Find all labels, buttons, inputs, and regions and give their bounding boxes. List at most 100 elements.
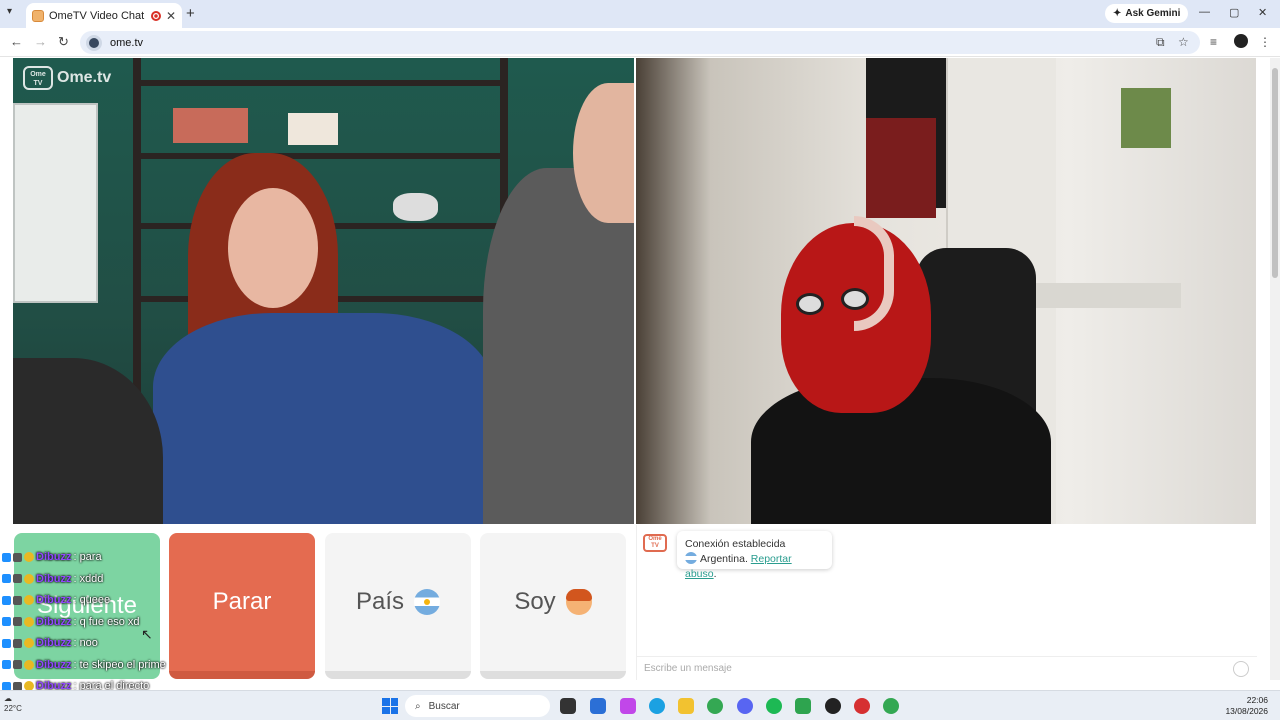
coin-badge-icon bbox=[24, 573, 34, 584]
message-input[interactable]: Escribe un mensaje bbox=[637, 656, 1257, 680]
badge-icon bbox=[13, 552, 22, 562]
partner-country-line: Argentina. Reportar abuso. bbox=[685, 552, 824, 582]
close-window-button[interactable]: ✕ bbox=[1258, 6, 1267, 19]
shelf-board bbox=[133, 153, 508, 159]
stop-button[interactable]: Parar bbox=[169, 533, 315, 679]
chat-username: Dibuzz bbox=[36, 658, 72, 671]
url-text: ome.tv bbox=[110, 36, 144, 49]
argentina-flag-icon bbox=[685, 552, 697, 564]
chat-username: Dibuzz bbox=[36, 551, 72, 563]
stream-chat-message: Dibuzz: para bbox=[2, 551, 102, 563]
twitch-icon bbox=[2, 638, 11, 648]
tab-title: OmeTV Video Chat — Ome bbox=[49, 9, 146, 22]
picture-frame bbox=[1121, 88, 1171, 148]
whiteboard bbox=[13, 103, 98, 303]
clock-time: 22:06 bbox=[1246, 695, 1268, 705]
stop-label: Parar bbox=[212, 588, 272, 615]
coin-badge-icon bbox=[24, 659, 34, 670]
edge-icon[interactable] bbox=[649, 698, 665, 714]
minimize-button[interactable]: — bbox=[1199, 6, 1210, 18]
twitch-icon bbox=[2, 617, 11, 626]
badge-icon bbox=[13, 617, 22, 626]
gender-button[interactable]: Soy bbox=[480, 533, 626, 679]
search-icon: ⌕ bbox=[415, 700, 421, 712]
stream-chat-message: Dibuzz: xddd bbox=[2, 573, 103, 585]
gemini-sparkle-icon: ✦ bbox=[1113, 8, 1122, 19]
chat-panel: Ome TV Conexión establecida Argentina. R… bbox=[636, 525, 1257, 680]
mask-eye bbox=[796, 293, 824, 315]
ometv-logo-icon: Ome TV bbox=[23, 66, 53, 90]
chat-username: Dibuzz bbox=[36, 615, 72, 628]
store-icon[interactable] bbox=[590, 698, 606, 714]
tab-close-icon[interactable]: ✕ bbox=[166, 9, 176, 23]
ask-gemini-label: Ask Gemini bbox=[1125, 8, 1181, 19]
page-scrollbar[interactable] bbox=[1270, 58, 1280, 680]
taskbar-search[interactable]: ⌕ Buscar bbox=[405, 695, 550, 717]
message-placeholder: Escribe un mensaje bbox=[644, 663, 732, 674]
emoji-icon[interactable] bbox=[1233, 661, 1249, 677]
discord-icon[interactable] bbox=[737, 698, 753, 714]
shelf-board bbox=[133, 80, 508, 86]
stream-chat-message: Dibuzz: te skipeo el prime bbox=[2, 659, 166, 671]
chat-text: : queee bbox=[73, 594, 111, 606]
woman-sweater bbox=[153, 313, 493, 524]
browser-toolbar: ← → ↻ ome.tv ⧉ ☆ ≡ ⋮ bbox=[0, 28, 1280, 57]
tab-ometv[interactable]: OmeTV Video Chat — Ome ✕ bbox=[26, 3, 182, 28]
chat-username: Dibuzz bbox=[36, 572, 72, 585]
twitch-icon bbox=[2, 595, 11, 605]
start-button[interactable] bbox=[382, 698, 398, 714]
weather-widget[interactable]: ☁ 22°C bbox=[4, 694, 22, 714]
stranger-video: Ome TV Ome.tv bbox=[13, 58, 634, 524]
install-app-icon[interactable]: ⧉ bbox=[1156, 35, 1165, 50]
app-icon[interactable] bbox=[795, 698, 811, 714]
chat-text: : noo bbox=[73, 637, 98, 649]
system-clock[interactable]: 22:06 13/08/2026 bbox=[1225, 695, 1268, 717]
coin-badge-icon bbox=[24, 638, 34, 648]
task-view-icon[interactable] bbox=[560, 698, 576, 714]
chat-text: : para bbox=[73, 551, 102, 563]
app-icon[interactable] bbox=[854, 698, 870, 714]
ometv-logo-text: Ome.tv bbox=[57, 69, 112, 86]
partner-country: Argentina. bbox=[700, 553, 748, 565]
gender-label: Soy bbox=[514, 588, 556, 615]
mouse-cursor-icon: ↖ bbox=[141, 626, 153, 642]
coin-badge-icon bbox=[24, 616, 34, 627]
coin-badge-icon bbox=[24, 552, 34, 562]
search-label: Buscar bbox=[428, 700, 460, 712]
media-controls-icon[interactable]: ≡ bbox=[1210, 35, 1217, 49]
country-button[interactable]: País bbox=[325, 533, 471, 679]
bookmark-star-icon[interactable]: ☆ bbox=[1178, 35, 1189, 49]
windows-taskbar: ☁ 22°C ⌕ Buscar 22:06 13/08/2026 bbox=[0, 690, 1280, 720]
ask-gemini-button[interactable]: ✦ Ask Gemini bbox=[1105, 4, 1189, 23]
new-tab-button[interactable]: + bbox=[186, 5, 195, 22]
menu-icon[interactable]: ⋮ bbox=[1259, 35, 1271, 49]
badge-icon bbox=[13, 660, 22, 669]
weather-temp: 22°C bbox=[4, 704, 22, 713]
badge-icon bbox=[13, 638, 22, 648]
site-info-icon[interactable] bbox=[86, 34, 102, 51]
restore-button[interactable]: ▢ bbox=[1229, 6, 1239, 19]
back-icon[interactable]: ← bbox=[10, 34, 23, 49]
chat-text: : te skipeo el prime bbox=[73, 658, 166, 671]
file-explorer-icon[interactable] bbox=[678, 698, 694, 714]
profile-avatar[interactable] bbox=[1234, 34, 1248, 48]
helmet-on-shelf bbox=[393, 193, 438, 221]
scrollbar-thumb[interactable] bbox=[1272, 68, 1278, 278]
reload-icon[interactable]: ↻ bbox=[58, 34, 69, 50]
ometv-favicon-icon bbox=[32, 9, 44, 22]
address-bar[interactable]: ome.tv bbox=[80, 31, 1200, 54]
copilot-icon[interactable] bbox=[620, 698, 636, 714]
forward-icon[interactable]: → bbox=[34, 34, 47, 49]
weather-icon: ☁ bbox=[4, 694, 12, 703]
spotify-icon[interactable] bbox=[766, 698, 782, 714]
box-on-shelf bbox=[288, 113, 338, 145]
tab-search-icon[interactable]: ▾ bbox=[7, 6, 12, 17]
stream-chat-message: Dibuzz: queee bbox=[2, 594, 110, 606]
obs-icon[interactable] bbox=[825, 698, 841, 714]
box-on-shelf bbox=[173, 108, 248, 143]
connection-status: Conexión establecida bbox=[685, 538, 786, 550]
boy-face-icon bbox=[565, 589, 592, 615]
chrome-icon[interactable] bbox=[707, 698, 723, 714]
twitch-icon bbox=[2, 552, 11, 562]
chrome-icon[interactable] bbox=[883, 698, 899, 714]
